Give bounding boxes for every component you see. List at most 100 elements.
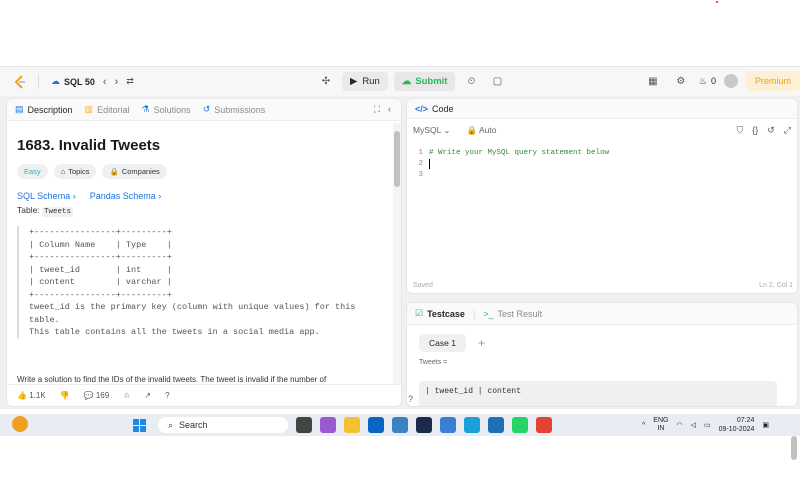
layout-icon[interactable]: ▦ (643, 71, 663, 91)
settings-gear-icon[interactable]: ⚙ (671, 71, 691, 91)
add-case-icon[interactable]: + (478, 336, 485, 350)
chevron-up-icon[interactable]: ^ (642, 422, 645, 429)
taskbar-apps (296, 417, 552, 433)
auto-mode[interactable]: 🔒 Auto (467, 125, 497, 136)
code-toolbar: MySQL ⌄ 🔒 Auto ⛉ {} ↺ ⤢ (407, 119, 797, 141)
problem-list-button[interactable]: ☁ SQL 50 (51, 76, 95, 87)
wifi-icon[interactable]: ◠ (676, 421, 682, 429)
comments-button[interactable]: 💬 169 (84, 391, 110, 400)
difficulty-badge: Easy (17, 164, 48, 179)
notification-icon[interactable]: ▣ (762, 421, 769, 429)
bookmark-icon[interactable]: ⛉ (736, 125, 743, 136)
collapse-icon[interactable]: ‹ (388, 104, 391, 115)
notes-icon[interactable]: ▢ (487, 71, 507, 91)
copilot-icon[interactable] (320, 417, 336, 433)
run-label: Run (362, 75, 380, 87)
terminal-icon: >_ (483, 308, 494, 319)
streak-count: 0 (710, 76, 716, 86)
task-view-icon[interactable] (296, 417, 312, 433)
star-icon[interactable]: ☆ (123, 391, 130, 400)
timer-icon[interactable]: ⏲ (461, 71, 481, 91)
help-icon[interactable]: ? (165, 391, 169, 400)
windows-start-icon[interactable] (133, 419, 146, 432)
tab-solutions-label: Solutions (153, 104, 191, 115)
tweets-input[interactable]: | tweet_id | content (419, 381, 777, 406)
pandas-schema-link[interactable]: Pandas Schema › (90, 191, 162, 201)
tab-submissions[interactable]: ↺ Submissions (203, 104, 266, 115)
leetcode-logo-icon[interactable] (14, 74, 26, 89)
microsoft-store-icon[interactable] (440, 417, 456, 433)
problem-content: 1683. Invalid Tweets Easy ⌂ Topics 🔒 Com… (17, 129, 387, 339)
help-circle-icon[interactable]: ? (408, 394, 413, 404)
case-row: Case 1 + (407, 334, 797, 352)
vscode-icon[interactable] (488, 417, 504, 433)
like-count: 1.1K (29, 391, 46, 400)
table-name-line: Table: Tweets (17, 205, 387, 217)
tab-editorial-label: Editorial (97, 104, 130, 115)
companies-label: Companies (121, 167, 160, 176)
clock[interactable]: 07:24 09-10-2024 (719, 416, 755, 434)
search-icon: ⌕ (168, 419, 174, 430)
tab-editorial[interactable]: ▥ Editorial (85, 104, 130, 115)
taskbar-search[interactable]: ⌕ Search (158, 417, 288, 433)
react-app-icon[interactable] (416, 417, 432, 433)
debug-icon[interactable]: ✣ (316, 71, 336, 91)
fullscreen-icon[interactable]: ⤢ (784, 125, 791, 136)
problem-list-label: SQL 50 (64, 76, 95, 87)
editor-line: 1 # Write your MySQL query statement bel… (407, 147, 797, 158)
comment-icon: 💬 (83, 391, 94, 400)
reset-icon[interactable]: ↺ (767, 125, 775, 136)
tab-test-result[interactable]: >_ Test Result (483, 309, 542, 319)
case-1-button[interactable]: Case 1 (419, 334, 466, 352)
region-label: IN (657, 425, 665, 432)
battery-icon[interactable]: ▭ (704, 421, 711, 429)
tab-testcase[interactable]: ☑ Testcase (415, 308, 465, 319)
tab-description[interactable]: ▤ Description (15, 104, 73, 115)
expand-icon[interactable]: ⛶ (374, 104, 380, 115)
tweets-input-label: Tweets = (419, 359, 448, 366)
time-label: 07:24 (736, 417, 755, 424)
avatar[interactable] (723, 74, 738, 88)
submit-button[interactable]: ☁ Submit (393, 71, 456, 91)
language-indicator[interactable]: ENG IN (653, 417, 668, 433)
tab-solutions[interactable]: ⚗ Solutions (142, 104, 191, 115)
system-tray: ^ ENG IN ◠ ◁ ▭ 07:24 09-10-2024 ▣ (642, 416, 769, 434)
chevron-right-icon[interactable]: › (115, 76, 119, 88)
checkbox-icon: ☑ (415, 308, 424, 318)
chevron-left-icon[interactable]: ‹ (103, 76, 107, 88)
sql-schema-link[interactable]: SQL Schema › (17, 191, 76, 201)
document-icon: ▤ (15, 104, 24, 114)
linkedin-icon[interactable] (368, 417, 384, 433)
edge-icon[interactable] (464, 417, 480, 433)
mail-icon[interactable] (392, 417, 408, 433)
code-comment: # Write your MySQL query statement below (429, 148, 610, 157)
dislike-icon[interactable]: 👎 (60, 391, 70, 400)
like-button[interactable]: 👍 1.1K (17, 391, 46, 400)
streak-counter[interactable]: ♨ 0 (699, 76, 716, 87)
volume-icon[interactable]: ◁ (691, 421, 696, 429)
chrome-icon[interactable] (536, 417, 552, 433)
book-icon: ▥ (84, 104, 94, 114)
premium-button[interactable]: Premium (745, 71, 800, 91)
run-button[interactable]: ▶ Run (342, 71, 388, 91)
share-icon[interactable]: ↗ (144, 391, 151, 400)
shuffle-icon[interactable]: ⇄ (126, 76, 134, 87)
description-scrollbar[interactable] (393, 123, 401, 385)
language-label: MySQL (413, 124, 442, 135)
file-explorer-icon[interactable] (344, 417, 360, 433)
flask-icon: ⚗ (141, 104, 150, 114)
text-cursor (429, 158, 430, 169)
companies-button[interactable]: 🔒 Companies (102, 164, 167, 179)
code-editor[interactable]: 1 # Write your MySQL query statement bel… (407, 147, 797, 267)
lock-icon: 🔒 (466, 124, 478, 135)
problem-badges: Easy ⌂ Topics 🔒 Companies (17, 164, 387, 179)
topics-button[interactable]: ⌂ Topics (53, 164, 97, 179)
editor-line: 2 (407, 158, 797, 169)
braces-icon[interactable]: {} (752, 125, 758, 136)
line-number: 3 (418, 170, 423, 179)
weather-icon[interactable] (12, 416, 28, 432)
testcase-header: ☑ Testcase | >_ Test Result (407, 303, 797, 325)
whatsapp-icon[interactable] (512, 417, 528, 433)
language-select[interactable]: MySQL ⌄ (413, 125, 451, 136)
topics-label: Topics (68, 167, 90, 176)
